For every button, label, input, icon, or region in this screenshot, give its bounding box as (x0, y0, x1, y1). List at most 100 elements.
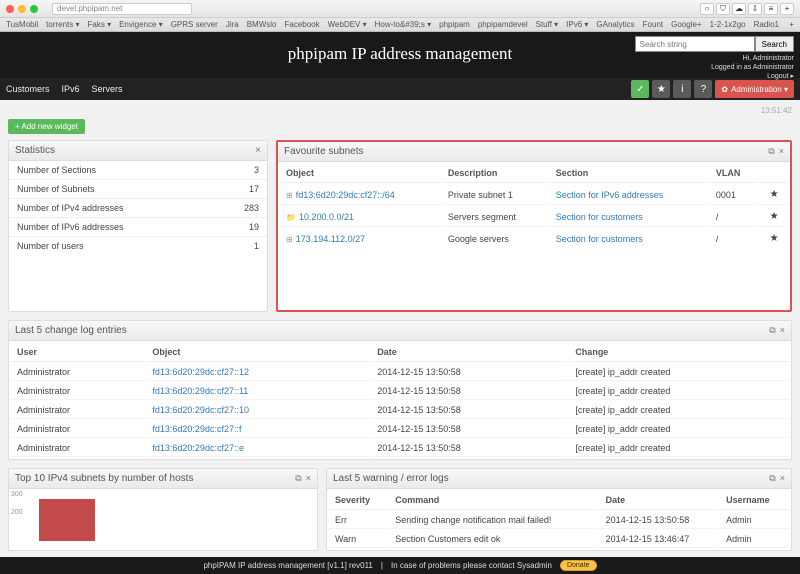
stats-value: 3 (254, 165, 259, 175)
tree-icon: ⊞ (286, 191, 293, 200)
section-link[interactable]: Section for IPv6 addresses (556, 190, 664, 200)
object-link[interactable]: fd13:6d20:29dc:cf27::10 (152, 405, 249, 415)
bookmark-item[interactable]: GAnalytics (596, 20, 634, 29)
object-link[interactable]: fd13:6d20:29dc:cf27::f (152, 424, 241, 434)
object-link[interactable]: fd13:6d20:29dc:cf27::11 (152, 386, 248, 396)
star-icon[interactable]: ★ (760, 229, 788, 248)
stats-value: 17 (249, 184, 259, 194)
stats-row: Number of Subnets17 (9, 180, 267, 199)
check-icon[interactable]: ✓ (631, 80, 649, 98)
bookmark-item[interactable]: phpipamdevel (478, 20, 528, 29)
object-link[interactable]: fd13:6d20:29dc:cf27::e (152, 443, 244, 453)
cell-user: Administrator (11, 421, 144, 438)
bookmark-add-icon[interactable]: + (789, 20, 794, 29)
info-icon[interactable]: i (673, 80, 691, 98)
tree-icon: ⊞ (286, 235, 293, 244)
panel-tools: ⧉× (769, 473, 785, 484)
popout-icon[interactable]: ⧉ (769, 325, 775, 336)
panel-header: Last 5 change log entries ⧉× (9, 321, 791, 341)
minimize-window-icon[interactable] (18, 5, 26, 13)
bookmark-item[interactable]: Facebook (285, 20, 320, 29)
search-input[interactable] (635, 36, 755, 52)
col-change: Change (569, 343, 789, 362)
stats-label: Number of Sections (17, 165, 96, 175)
subnet-link[interactable]: fd13:6d20:29dc:cf27::/64 (296, 190, 395, 200)
close-icon[interactable]: × (255, 145, 261, 156)
section-link[interactable]: Section for customers (556, 212, 643, 222)
bookmark-item[interactable]: TusMobil (6, 20, 38, 29)
bookmark-item[interactable]: BMWslo (247, 20, 277, 29)
nav-customers[interactable]: Customers (6, 84, 50, 94)
bookmark-item[interactable]: 1-2-1x2go (710, 20, 746, 29)
dashboard-bottom-row: Top 10 IPv4 subnets by number of hosts ⧉… (8, 468, 792, 551)
stats-label: Number of users (17, 241, 84, 251)
plus-icon[interactable]: + (780, 3, 794, 15)
cloud-icon[interactable]: ☁ (732, 3, 746, 15)
star-icon[interactable]: ★ (760, 185, 788, 205)
col-command: Command (389, 491, 597, 510)
maximize-window-icon[interactable] (30, 5, 38, 13)
bookmark-item[interactable]: WebDEV ▾ (328, 20, 367, 29)
logout-link[interactable]: Logout ▸ (711, 72, 794, 81)
close-icon[interactable]: × (780, 473, 785, 484)
col-star (760, 164, 788, 183)
help-icon[interactable]: ? (694, 80, 712, 98)
popout-icon[interactable]: ⧉ (769, 473, 775, 484)
bookmark-item[interactable]: How-to&#39;s ▾ (375, 20, 431, 29)
close-window-icon[interactable] (6, 5, 14, 13)
app-title: phpipam IP address management (288, 44, 513, 64)
navbar: Customers IPv6 Servers ✓ ★ i ? ✿ Adminis… (0, 78, 800, 100)
folder-icon: 📁 (286, 213, 296, 222)
bookmark-item[interactable]: Radio1 (754, 20, 779, 29)
reader-icon[interactable]: ○ (700, 3, 714, 15)
nav-servers[interactable]: Servers (92, 84, 123, 94)
col-date: Date (600, 491, 718, 510)
bookmark-item[interactable]: Jira (226, 20, 239, 29)
cell-description: Private subnet 1 (442, 185, 548, 205)
user-role: Logged in as Administrator (711, 63, 794, 72)
bookmark-item[interactable]: Google+ (671, 20, 701, 29)
window-titlebar: devel.phpipam.net ○ ⛉ ☁ ⇩ ≡ + (0, 0, 800, 18)
subnet-link[interactable]: 10.200.0.0/21 (299, 212, 354, 222)
bookmark-item[interactable]: Envigence ▾ (119, 20, 163, 29)
star-icon[interactable]: ★ (652, 80, 670, 98)
popout-icon[interactable]: ⧉ (295, 473, 301, 484)
close-icon[interactable]: × (306, 473, 311, 484)
add-widget-button[interactable]: + Add new widget (8, 119, 85, 134)
bookmark-item[interactable]: torrents ▾ (46, 20, 79, 29)
stats-label: Number of IPv6 addresses (17, 222, 124, 232)
stats-body: Number of Sections3 Number of Subnets17 … (9, 161, 267, 255)
section-link[interactable]: Section for customers (556, 234, 643, 244)
star-icon[interactable]: ★ (760, 207, 788, 227)
object-link[interactable]: fd13:6d20:29dc:cf27::12 (152, 367, 249, 377)
subnet-link[interactable]: 173.194.112.0/27 (296, 234, 365, 244)
popout-icon[interactable]: ⧉ (768, 146, 774, 157)
search-button[interactable]: Search (755, 36, 794, 52)
bookmark-item[interactable]: GPRS server (171, 20, 218, 29)
donate-button[interactable]: Donate (560, 560, 597, 571)
panel-tools: ⧉× (295, 473, 311, 484)
shield-icon[interactable]: ⛉ (716, 3, 730, 15)
bookmark-item[interactable]: IPv6 ▾ (566, 20, 588, 29)
col-severity: Severity (329, 491, 387, 510)
cell-user: Administrator (11, 383, 144, 400)
bookmark-item[interactable]: phpipam (439, 20, 470, 29)
footer-version: phpIPAM IP address management [v1.1] rev… (203, 561, 372, 570)
bookmark-item[interactable]: Fount (643, 20, 663, 29)
url-bar[interactable]: devel.phpipam.net (52, 3, 192, 15)
download-icon[interactable]: ⇩ (748, 3, 762, 15)
bookmark-item[interactable]: Stuff ▾ (536, 20, 559, 29)
cell-date: 2014-12-15 13:50:58 (371, 383, 567, 400)
chart-bar[interactable] (39, 499, 95, 541)
close-icon[interactable]: × (779, 146, 784, 157)
administration-button[interactable]: ✿ Administration ▾ (715, 80, 794, 98)
col-username: Username (720, 491, 789, 510)
menu-icon[interactable]: ≡ (764, 3, 778, 15)
nav-ipv6[interactable]: IPv6 (62, 84, 80, 94)
bookmark-item[interactable]: Faks ▾ (88, 20, 112, 29)
panel-tools: ⧉ × (768, 146, 784, 157)
close-icon[interactable]: × (780, 325, 785, 336)
cell-change: [create] ip_addr created (569, 364, 789, 381)
cell-date: 2014-12-15 13:50:58 (371, 402, 567, 419)
cell-change: [create] ip_addr created (569, 440, 789, 457)
